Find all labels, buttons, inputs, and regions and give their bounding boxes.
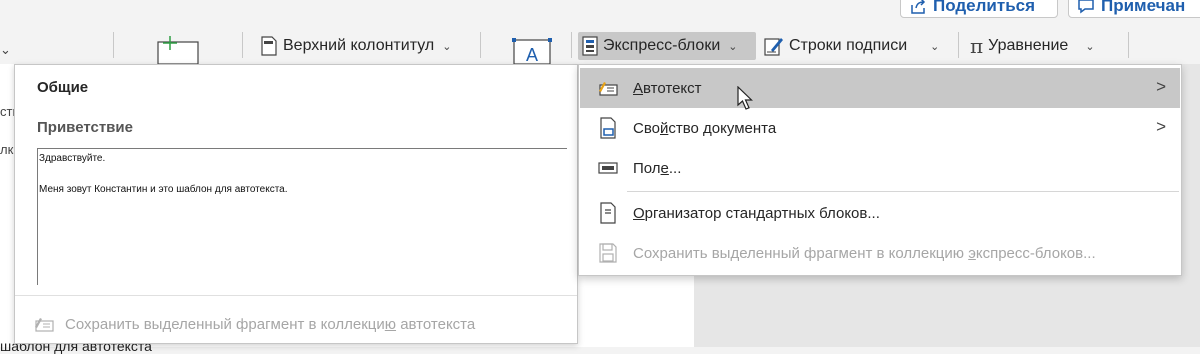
menu-item-label: Свойство документа: [633, 119, 777, 137]
chevron-down-icon: ⌄: [442, 40, 452, 53]
document-property-icon: [596, 116, 620, 140]
preview-line: Меня зовут Константин и это шаблон для а…: [39, 184, 288, 195]
comment-icon: [1078, 0, 1094, 14]
comments-button[interactable]: Примечан: [1068, 0, 1200, 18]
ribbon-separator: [242, 32, 243, 58]
signature-line-button[interactable]: Строки подписи ⌄: [760, 32, 943, 60]
menu-item-label: Автотекст: [633, 79, 702, 97]
signature-line-label: Строки подписи: [789, 37, 908, 54]
share-button[interactable]: Поделиться: [900, 0, 1058, 18]
field-icon: [596, 156, 620, 180]
chevron-right-icon: >: [1156, 77, 1166, 96]
quick-parts-button[interactable]: Экспресс-блоки ⌄: [578, 32, 756, 60]
menu-item-building-blocks-organizer[interactable]: Организатор стандартных блоков...: [580, 193, 1180, 233]
comments-label: Примечан: [1101, 0, 1186, 15]
chevron-down-icon: ⌄: [930, 40, 940, 53]
building-blocks-icon: [596, 201, 620, 225]
menu-item-field[interactable]: Поле...: [580, 148, 1180, 188]
header-footer-button[interactable]: Верхний колонтитул ⌄: [256, 32, 455, 60]
share-icon: [911, 0, 926, 14]
save-to-autotext-label: Сохранить выделенный фрагмент в коллекци…: [65, 315, 476, 333]
chevron-right-icon: >: [1156, 117, 1166, 136]
equation-label: Уравнение: [988, 37, 1069, 54]
menu-item-save-selection-to-gallery: Сохранить выделенный фрагмент в коллекци…: [580, 233, 1180, 273]
share-label: Поделиться: [933, 0, 1036, 15]
menu-item-document-property[interactable]: Свойство документа >: [580, 108, 1180, 148]
header-footer-label: Верхний колонтитул: [283, 37, 435, 54]
menu-item-label: Поле...: [633, 159, 682, 177]
divider: [15, 295, 577, 296]
ribbon-separator: [113, 32, 114, 58]
chevron-down-icon[interactable]: ⌄: [0, 42, 11, 58]
chevron-down-icon: ⌄: [728, 40, 738, 53]
gallery-category-header: Общие: [37, 79, 89, 96]
pi-icon: π: [970, 34, 984, 58]
autotext-save-icon: [35, 318, 54, 332]
menu-separator: [627, 191, 1179, 192]
signature-line-icon: [764, 38, 783, 56]
wordart-icon[interactable]: A: [510, 36, 554, 64]
chevron-down-icon: ⌄: [1085, 40, 1095, 53]
equation-button[interactable]: π Уравнение ⌄: [966, 32, 1099, 60]
menu-item-autotext[interactable]: Автотекст >: [580, 68, 1180, 108]
quick-parts-label: Экспресс-блоки: [603, 37, 721, 54]
menu-item-label: Организатор стандартных блоков...: [633, 204, 880, 222]
save-icon: [596, 241, 620, 265]
quick-parts-menu: Автотекст > Свойство документа > Поле...: [578, 64, 1182, 276]
ribbon-separator: [480, 32, 481, 58]
text-box-icon[interactable]: [150, 36, 202, 64]
mouse-cursor-icon: [737, 86, 753, 110]
autotext-entry-title[interactable]: Приветствие: [37, 119, 133, 136]
autotext-gallery: Общие Приветствие Здравствуйте. Меня зов…: [14, 64, 578, 344]
ribbon-separator: [1128, 32, 1129, 58]
ribbon-cut-label-2: лк: [0, 142, 14, 157]
ribbon-separator: [571, 32, 572, 58]
svg-text:A: A: [526, 45, 538, 64]
quick-parts-icon: [582, 36, 598, 56]
autotext-icon: [596, 76, 620, 100]
save-to-autotext-gallery-item: Сохранить выделенный фрагмент в коллекци…: [33, 315, 475, 333]
preview-line: Здравствуйте.: [39, 153, 106, 164]
ribbon-separator: [958, 32, 959, 58]
autotext-entry-preview[interactable]: Здравствуйте. Меня зовут Константин и эт…: [37, 148, 567, 285]
menu-item-label: Сохранить выделенный фрагмент в коллекци…: [633, 244, 1096, 262]
header-icon: [261, 36, 277, 56]
